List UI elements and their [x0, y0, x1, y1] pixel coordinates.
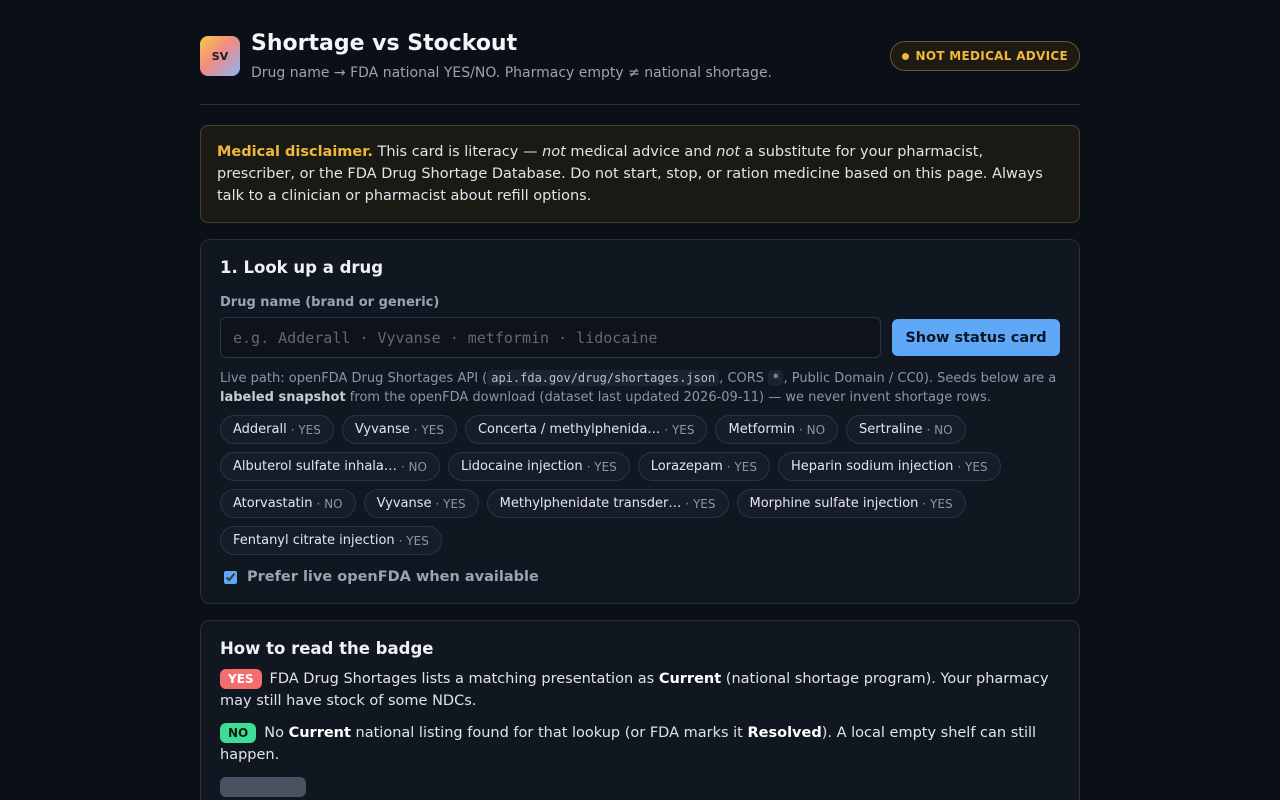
- drug-chip[interactable]: Lorazepam · YES: [637, 452, 770, 481]
- help-text-4: from the openFDA download (dataset last …: [345, 390, 991, 405]
- chip-status: · YES: [922, 496, 953, 511]
- chip-status: · YES: [413, 422, 444, 437]
- app-logo: SV: [200, 36, 240, 76]
- chip-name: Vyvanse: [354, 422, 410, 437]
- drug-chip[interactable]: Methylphenidate transder… · YES: [486, 489, 729, 518]
- chip-name: Albuterol sulfate inhala…: [233, 459, 397, 474]
- badge-guide-card: How to read the badge YES FDA Drug Shorta…: [200, 620, 1080, 800]
- drug-chip[interactable]: Adderall · YES: [220, 415, 334, 444]
- lookup-input-row: Show status card: [220, 317, 1060, 358]
- chip-status: · YES: [957, 459, 988, 474]
- disclaimer-text-1: This card is literacy —: [372, 144, 543, 160]
- drug-chip[interactable]: Concerta / methylphenida… · YES: [464, 415, 708, 444]
- unknown-badge: [220, 777, 306, 797]
- chip-status: · NO: [926, 422, 953, 437]
- chip-name: Sertraline: [859, 422, 923, 437]
- legend-yes-row: YES FDA Drug Shortages lists a matching p…: [220, 668, 1060, 712]
- not-medical-advice-badge: NOT MEDICAL ADVICE: [889, 41, 1080, 71]
- help-text-2: , CORS: [719, 371, 769, 386]
- drug-chip[interactable]: Metformin · NO: [715, 415, 839, 444]
- legend-no-bold-1: Current: [288, 725, 351, 741]
- drug-chip[interactable]: Lidocaine injection · YES: [447, 452, 630, 481]
- chip-name: Heparin sodium injection: [790, 459, 954, 474]
- chip-status: · NO: [316, 496, 343, 511]
- disclaimer-emphasis-2: not: [716, 144, 741, 160]
- chip-status: · NO: [798, 422, 826, 437]
- badge-guide-heading: How to read the badge: [220, 639, 434, 658]
- api-endpoint-code: api.fda.gov/drug/shortages.json: [487, 370, 720, 386]
- chip-name: Metformin: [728, 422, 795, 437]
- chip-name: Vyvanse: [376, 496, 432, 511]
- prefer-live-row: Prefer live openFDA when available: [224, 569, 1060, 585]
- show-status-card-button[interactable]: Show status card: [892, 319, 1060, 356]
- chip-name: Methylphenidate transder…: [499, 496, 682, 511]
- prefer-live-label[interactable]: Prefer live openFDA when available: [247, 569, 539, 585]
- yes-badge: YES: [220, 669, 262, 689]
- warning-dot-icon: [901, 52, 909, 60]
- chip-status: · YES: [398, 533, 429, 548]
- legend-no-bold-2: Resolved: [747, 725, 822, 741]
- no-badge: NO: [220, 723, 257, 743]
- lookup-card: 1. Look up a drug Drug name (brand or ge…: [200, 239, 1080, 604]
- lookup-heading: 1. Look up a drug: [220, 258, 384, 277]
- prefer-live-checkbox[interactable]: [224, 570, 237, 584]
- help-text-3: , Public Domain / CC0). Seeds below are …: [783, 371, 1057, 386]
- chip-status: · YES: [685, 496, 716, 511]
- legend-no-row: NO No Current national listing found for …: [220, 722, 1060, 766]
- legend-yes-bold: Current: [658, 671, 722, 687]
- chip-name: Adderall: [233, 422, 287, 437]
- medical-disclaimer: Medical disclaimer. This card is literac…: [200, 125, 1080, 223]
- drug-chip[interactable]: Atorvastatin · NO: [220, 489, 356, 518]
- app-subtitle: Drug name → FDA national YES/NO. Pharmac…: [251, 65, 773, 81]
- drug-chip[interactable]: Vyvanse · YES: [363, 489, 479, 518]
- chip-status: · YES: [435, 496, 466, 511]
- warning-badge-label: NOT MEDICAL ADVICE: [915, 49, 1068, 63]
- chip-name: Lidocaine injection: [460, 459, 583, 474]
- chip-status: · YES: [726, 459, 757, 474]
- chip-name: Lorazepam: [650, 459, 723, 474]
- legend-no-text-2: national listing found for that lookup (…: [350, 725, 748, 741]
- title-block: Shortage vs Stockout Drug name → FDA nat…: [251, 30, 772, 81]
- chip-status: · YES: [586, 459, 617, 474]
- chip-name: Concerta / methylphenida…: [477, 422, 661, 437]
- cors-code: *: [768, 370, 784, 386]
- data-source-help: Live path: openFDA Drug Shortages API (a…: [220, 369, 1060, 407]
- chip-name: Fentanyl citrate injection: [233, 533, 395, 548]
- help-text-1: Live path: openFDA Drug Shortages API (: [220, 371, 488, 386]
- drug-chip[interactable]: Sertraline · NO: [846, 415, 966, 444]
- disclaimer-text-2: medical advice and: [565, 144, 717, 160]
- drug-chip[interactable]: Morphine sulfate injection · YES: [736, 489, 966, 518]
- app-header: SV Shortage vs Stockout Drug name → FDA …: [200, 0, 1080, 105]
- drug-chip[interactable]: Albuterol sulfate inhala… · NO: [220, 452, 440, 481]
- legend-yes-text-1: FDA Drug Shortages lists a matching pres…: [269, 671, 659, 687]
- legend-unknown-row: [220, 776, 1060, 798]
- drug-name-label: Drug name (brand or generic): [220, 295, 440, 310]
- help-bold: labeled snapshot: [220, 390, 346, 405]
- chip-name: Atorvastatin: [233, 496, 313, 511]
- legend-no-text-1: No: [264, 725, 289, 741]
- chip-name: Morphine sulfate injection: [749, 496, 919, 511]
- seed-drug-chips: Adderall · YES Vyvanse · YES Concerta / me…: [220, 415, 1060, 563]
- chip-status: · YES: [664, 422, 695, 437]
- drug-chip[interactable]: Vyvanse · YES: [341, 415, 457, 444]
- drug-chip[interactable]: Heparin sodium injection · YES: [777, 452, 1001, 481]
- page-container: SV Shortage vs Stockout Drug name → FDA …: [200, 0, 1080, 800]
- chip-status: · NO: [400, 459, 427, 474]
- brand: SV Shortage vs Stockout Drug name → FDA …: [200, 30, 772, 81]
- drug-name-input[interactable]: [220, 317, 881, 358]
- chip-status: · YES: [290, 422, 321, 437]
- disclaimer-emphasis-1: not: [542, 144, 566, 160]
- disclaimer-lead: Medical disclaimer.: [217, 144, 373, 160]
- app-title: Shortage vs Stockout: [251, 31, 518, 56]
- drug-chip[interactable]: Fentanyl citrate injection · YES: [220, 526, 442, 555]
